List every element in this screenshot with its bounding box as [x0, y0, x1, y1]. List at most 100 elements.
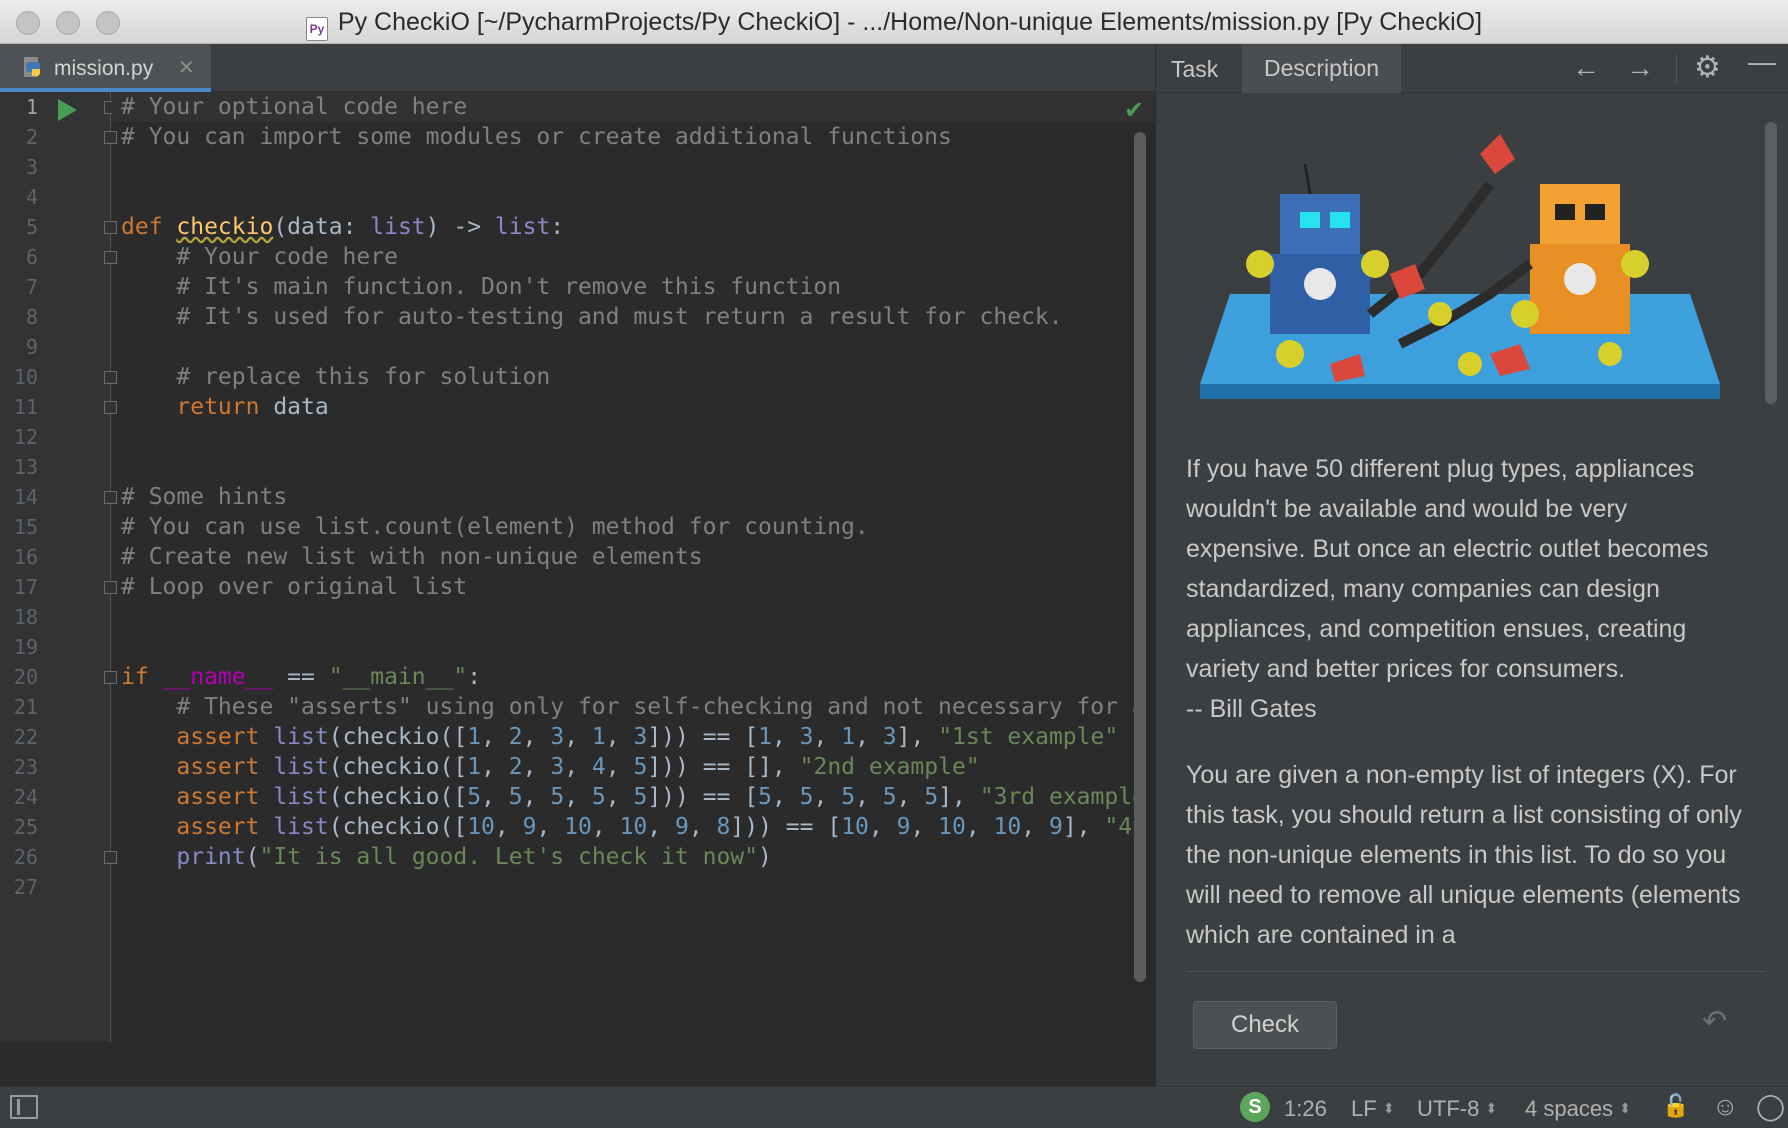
code-token: :: [550, 214, 565, 240]
code-token: 9: [522, 814, 537, 840]
code-line[interactable]: assert list(checkio([1, 2, 3, 4, 5])) ==…: [121, 752, 979, 782]
code-token: ])) == [: [647, 784, 759, 810]
bolt: [1246, 250, 1274, 278]
line-number: 25: [13, 815, 38, 839]
tab-task[interactable]: Task: [1171, 56, 1218, 83]
tab-close-icon[interactable]: ✕: [178, 55, 195, 80]
editor-scrollbar[interactable]: [1134, 132, 1146, 982]
updown-icon: ⬍: [1619, 1100, 1631, 1116]
line-number-gutter: 1 2 3 4 5 6 7 8 9 10 11 12 13 14 15 16 17 18 19 20 21 22 23 24 2…: [0, 92, 117, 1042]
code-token: # Some hints: [121, 484, 288, 510]
check-button[interactable]: Check: [1193, 1001, 1337, 1049]
tab-mission-py[interactable]: mission.py ✕: [0, 44, 211, 92]
code-token: ],: [938, 784, 980, 810]
forward-arrow-icon[interactable]: →: [1626, 52, 1654, 84]
code-line[interactable]: assert list(checkio([1, 2, 3, 1, 3])) ==…: [121, 722, 1118, 752]
description-scrollbar[interactable]: [1765, 122, 1777, 404]
bolt: [1598, 342, 1622, 366]
fold-marker-icon[interactable]: [104, 581, 117, 594]
fold-marker-icon[interactable]: [104, 221, 117, 234]
fold-marker-icon[interactable]: [104, 131, 117, 144]
code-token: 5: [633, 784, 648, 810]
lock-icon[interactable]: 🔓: [1662, 1093, 1689, 1119]
code-line[interactable]: if __name__ == "__main__":: [121, 662, 481, 692]
code-line[interactable]: # Some hints: [121, 482, 287, 512]
code-token: ,: [564, 754, 592, 780]
code-token: ,: [855, 784, 883, 810]
code-token: (checkio([: [328, 724, 468, 750]
code-token: (: [245, 844, 260, 870]
code-line[interactable]: def checkio(data: list) -> list:: [121, 212, 564, 242]
code-token: ,: [564, 724, 592, 750]
code-token: ) ->: [425, 214, 495, 240]
fold-marker-icon[interactable]: [104, 371, 117, 384]
code-token: list: [273, 814, 329, 840]
line-number: 4: [25, 185, 38, 209]
event-log-icon[interactable]: ◯: [1756, 1091, 1785, 1122]
code-area[interactable]: # Your optional code here # You can impor…: [121, 92, 1155, 1042]
gear-icon[interactable]: ⚙: [1694, 50, 1721, 85]
fold-marker-icon[interactable]: [104, 851, 117, 864]
line-number: 22: [13, 725, 38, 749]
tab-label: mission.py: [54, 57, 154, 80]
inspector-icon[interactable]: ☺: [1712, 1091, 1739, 1122]
code-token: 5: [633, 754, 648, 780]
line-number: 6: [25, 245, 38, 269]
line-number: 10: [13, 365, 38, 389]
line-number: 21: [13, 695, 38, 719]
back-arrow-icon[interactable]: ←: [1572, 52, 1600, 84]
code-line[interactable]: print("It is all good. Let's check it no…: [121, 842, 771, 872]
code-line[interactable]: # Loop over original list: [121, 572, 467, 602]
code-line[interactable]: assert list(checkio([10, 9, 10, 10, 9, 8…: [121, 812, 1146, 842]
code-token: list: [494, 214, 551, 240]
fold-marker-icon[interactable]: [104, 491, 117, 504]
tool-windows-icon[interactable]: [10, 1095, 38, 1119]
tab-description[interactable]: Description: [1242, 44, 1402, 93]
code-token: __name__: [162, 664, 274, 690]
caret-position[interactable]: 1:26: [1284, 1096, 1327, 1122]
code-token: ,: [855, 724, 883, 750]
fold-marker-icon[interactable]: [104, 401, 117, 414]
code-line[interactable]: # It's used for auto-testing and must re…: [121, 302, 1062, 332]
fold-marker-icon[interactable]: [104, 251, 117, 264]
code-editor[interactable]: 1 2 3 4 5 6 7 8 9 10 11 12 13 14 15 16 17 18 19 20 21 22 23 24 2…: [0, 92, 1155, 1042]
code-line[interactable]: # Your code here: [121, 242, 398, 272]
line-number: 20: [13, 665, 38, 689]
line-ending-selector[interactable]: LF ⬍: [1351, 1096, 1395, 1122]
line-number: 1: [25, 95, 38, 119]
code-line[interactable]: # You can import some modules or create …: [121, 122, 952, 152]
code-token: 5: [467, 784, 482, 810]
code-line[interactable]: assert list(checkio([5, 5, 5, 5, 5])) ==…: [121, 782, 1146, 812]
line-number: 16: [13, 545, 38, 569]
encoding-selector[interactable]: UTF-8 ⬍: [1417, 1096, 1497, 1122]
pycharm-app-icon: Py: [305, 17, 328, 41]
code-token: ,: [1021, 814, 1049, 840]
code-line[interactable]: # Your optional code here: [121, 92, 467, 122]
code-line[interactable]: # These "asserts" using only for self-ch…: [121, 692, 1145, 722]
code-line[interactable]: # You can use list.count(element) method…: [121, 512, 869, 542]
orange-robot-eye: [1555, 204, 1575, 220]
code-token: # Your optional code here: [121, 94, 468, 120]
minimize-icon[interactable]: —: [1748, 46, 1776, 78]
bolt: [1621, 250, 1649, 278]
python-file-icon: [24, 57, 40, 77]
code-token: ,: [564, 784, 592, 810]
fold-marker-icon[interactable]: [104, 671, 117, 684]
run-icon[interactable]: [58, 99, 77, 121]
code-token: ,: [605, 784, 634, 810]
code-token: assert: [176, 814, 274, 840]
editor-tab-bar: mission.py ✕: [0, 44, 1155, 92]
code-line[interactable]: # Create new list with non-unique elemen…: [121, 542, 703, 572]
code-line[interactable]: # It's main function. Don't remove this …: [121, 272, 841, 302]
code-token: ,: [481, 784, 509, 810]
undo-icon[interactable]: ↶: [1702, 1004, 1727, 1039]
indent-selector[interactable]: 4 spaces ⬍: [1525, 1096, 1631, 1122]
code-line[interactable]: # replace this for solution: [121, 362, 550, 392]
code-token: 3: [799, 724, 814, 750]
code-token: 5: [591, 784, 606, 810]
checkio-sync-icon[interactable]: S: [1240, 1092, 1270, 1122]
code-token: 10: [938, 814, 966, 840]
code-line[interactable]: return data: [121, 392, 328, 422]
